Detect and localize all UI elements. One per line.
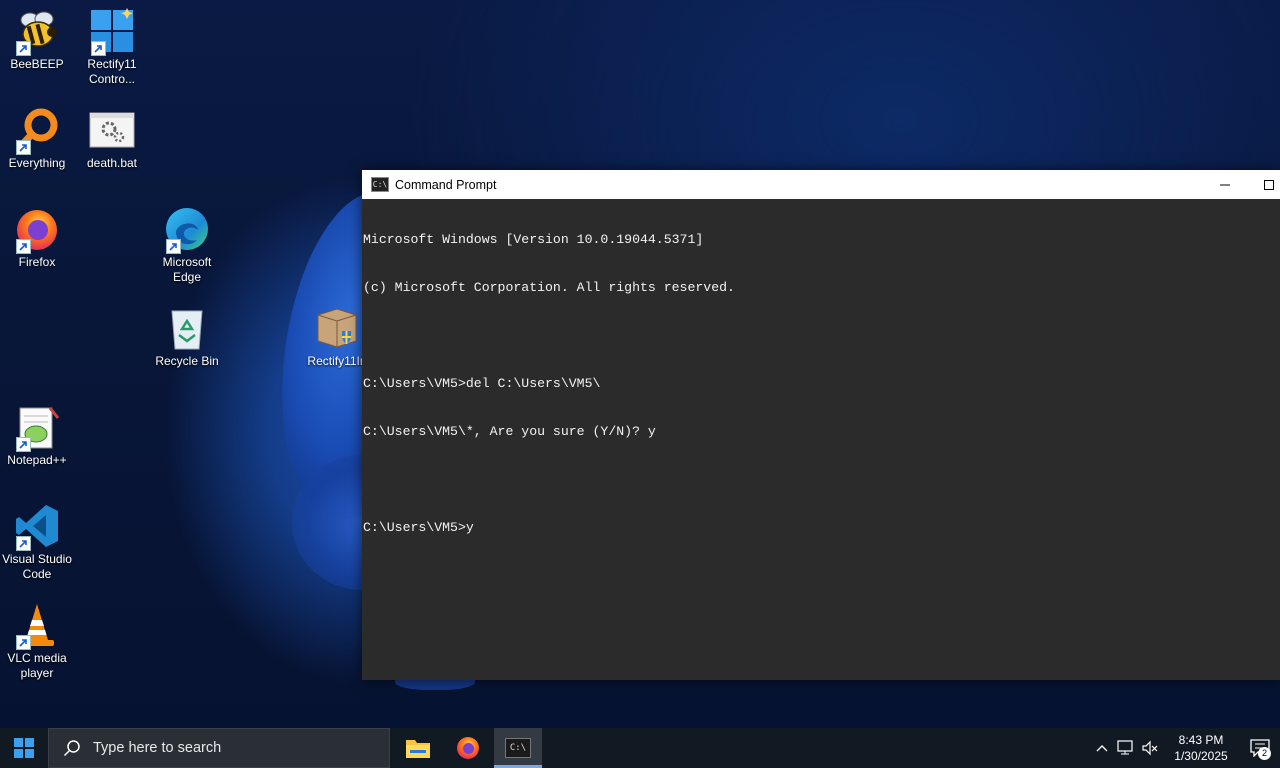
shortcut-arrow-icon [91, 41, 106, 56]
network-icon [1117, 740, 1133, 755]
network-button[interactable] [1114, 728, 1138, 768]
desktop-icon-label: Microsoft Edge [162, 255, 212, 284]
desktop-icon-microsoft-edge[interactable]: Microsoft Edge [150, 206, 224, 285]
vscode-icon [14, 503, 60, 551]
search-icon [63, 740, 80, 757]
desktop-icon-firefox[interactable]: Firefox [0, 206, 74, 270]
clock[interactable]: 8:43 PM 1/30/2025 [1162, 732, 1240, 764]
search-placeholder: Type here to search [93, 740, 222, 756]
system-tray: 8:43 PM 1/30/2025 2 [1090, 728, 1280, 768]
start-button[interactable] [0, 728, 48, 768]
desktop-icon-beebeep[interactable]: BeeBEEP [0, 8, 74, 72]
search-box[interactable]: Type here to search [48, 728, 390, 768]
desktop-icon-label: Rectify11 Contro... [87, 57, 137, 86]
windows-logo-icon [14, 738, 34, 758]
speaker-muted-icon [1142, 740, 1158, 756]
cmd-icon: C:\ [505, 738, 531, 758]
notification-center-button[interactable]: 2 [1240, 728, 1280, 768]
folder-icon [406, 740, 430, 758]
console-line: Microsoft Windows [Version 10.0.19044.53… [363, 232, 704, 247]
taskbar-file-explorer[interactable] [394, 728, 442, 768]
desktop-icon-label: Everything [8, 156, 66, 170]
console-line: C:\Users\VM5\*, Are you sure (Y/N)? y [363, 424, 656, 439]
notification-count-badge: 2 [1258, 747, 1271, 760]
desktop-icon-vscode[interactable]: Visual Studio Code [0, 503, 74, 582]
maximize-icon [1264, 179, 1274, 190]
desktop-icon-rectify11-control[interactable]: Rectify11 Contro... [75, 8, 149, 87]
desktop-icon-notepad-plus-plus[interactable]: Notepad++ [0, 404, 74, 468]
taskbar-firefox[interactable] [444, 728, 492, 768]
firefox-icon [14, 206, 60, 254]
vlc-cone-icon [14, 602, 60, 650]
desktop-icon-label: Notepad++ [7, 453, 67, 467]
installer-box-icon [314, 305, 360, 351]
desktop-icon-label: Visual Studio Code [2, 552, 72, 581]
shortcut-arrow-icon [16, 437, 31, 452]
desktop-icon-label: death.bat [86, 156, 138, 170]
minimize-icon [1220, 184, 1230, 185]
desktop-icon-label: BeeBEEP [10, 57, 64, 71]
shortcut-arrow-icon [16, 635, 31, 650]
notepad-plus-plus-icon [14, 404, 60, 452]
bee-icon [14, 8, 60, 56]
shortcut-arrow-icon [166, 239, 181, 254]
desktop-icon-vlc[interactable]: VLC media player [0, 602, 74, 681]
volume-button[interactable] [1138, 728, 1162, 768]
clock-time: 8:43 PM [1178, 733, 1224, 747]
desktop-icon-label: Recycle Bin [155, 354, 219, 368]
shortcut-arrow-icon [16, 239, 31, 254]
command-prompt-window[interactable]: C:\ Command Prompt Microsoft Windows [Ve… [362, 170, 1280, 680]
console-line: C:\Users\VM5>del C:\Users\VM5\ [363, 376, 601, 391]
shortcut-arrow-icon [16, 140, 31, 155]
batch-file-icon [89, 107, 135, 153]
maximize-button[interactable] [1246, 170, 1280, 199]
minimize-button[interactable] [1202, 170, 1248, 199]
desktop-icon-everything[interactable]: Everything [0, 107, 74, 171]
cmd-icon: C:\ [371, 177, 389, 192]
show-hidden-icons-button[interactable] [1090, 728, 1114, 768]
recycle-bin-icon [164, 305, 210, 351]
magnifier-icon [14, 107, 60, 155]
console-line: C:\Users\VM5>y [363, 520, 474, 535]
chevron-up-icon [1096, 745, 1108, 752]
window-titlebar[interactable]: C:\ Command Prompt [362, 170, 1280, 199]
desktop-icon-recycle-bin[interactable]: Recycle Bin [150, 305, 224, 369]
taskbar: Type here to search C:\ 8:43 PM 1/30/202… [0, 728, 1280, 768]
edge-icon [164, 206, 210, 254]
shortcut-arrow-icon [16, 41, 31, 56]
taskbar-command-prompt[interactable]: C:\ [494, 728, 542, 768]
console-line: (c) Microsoft Corporation. All rights re… [363, 280, 735, 295]
desktop-icon-label: Firefox [18, 255, 56, 269]
desktop-icon-death-bat[interactable]: death.bat [75, 107, 149, 171]
window-title: Command Prompt [395, 177, 497, 192]
clock-date: 1/30/2025 [1174, 749, 1228, 763]
firefox-icon [457, 737, 479, 759]
shortcut-arrow-icon [16, 536, 31, 551]
console-output[interactable]: Microsoft Windows [Version 10.0.19044.53… [362, 199, 1280, 680]
desktop-icon-label: VLC media player [7, 651, 67, 680]
windows-tiles-icon [89, 8, 135, 56]
